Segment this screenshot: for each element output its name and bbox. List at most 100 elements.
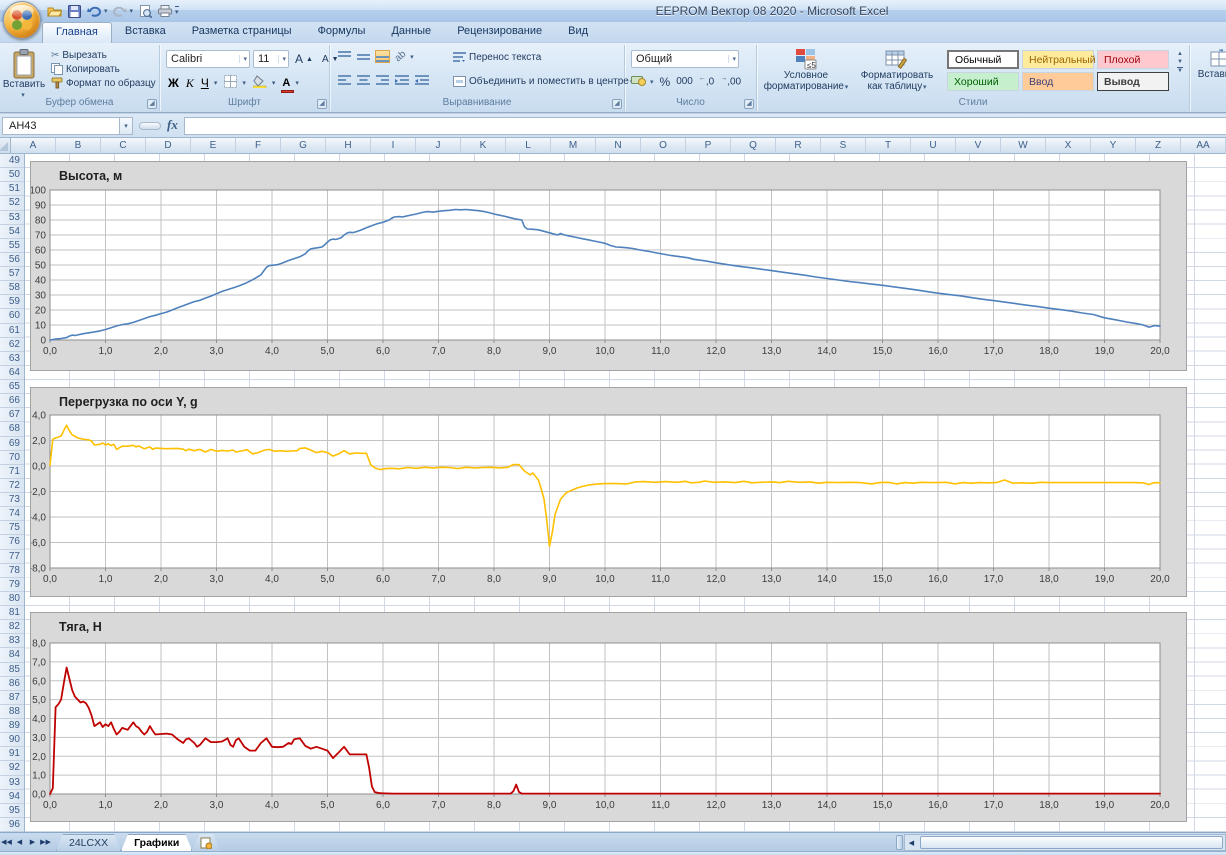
column-header-I[interactable]: I — [371, 138, 416, 154]
row-header-66[interactable]: 66 — [0, 394, 24, 408]
column-header-E[interactable]: E — [191, 138, 236, 154]
column-header-Z[interactable]: Z — [1136, 138, 1181, 154]
orientation-button[interactable]: ab — [393, 49, 409, 65]
row-header-52[interactable]: 52 — [0, 196, 24, 210]
align-middle-icon[interactable] — [357, 51, 370, 62]
column-header-AA[interactable]: AA — [1181, 138, 1226, 154]
formula-input[interactable] — [184, 117, 1226, 135]
row-header-73[interactable]: 73 — [0, 493, 24, 507]
paste-button[interactable]: Вставить▾ — [4, 49, 44, 101]
copy-button[interactable]: Копировать — [48, 62, 159, 76]
chart-2[interactable]: -8,0-6,0-4,0-2,00,02,04,00,01,02,03,04,0… — [30, 387, 1187, 597]
row-header-53[interactable]: 53 — [0, 211, 24, 225]
orientation-dropdown-icon[interactable]: ▾ — [410, 53, 414, 61]
undo-icon[interactable] — [86, 3, 102, 19]
office-button[interactable] — [3, 1, 41, 39]
wrap-text-button[interactable]: Перенос текста — [450, 51, 544, 64]
column-header-A[interactable]: A — [11, 138, 56, 154]
sheet-grid[interactable]: 01020304050607080901000,01,02,03,04,05,0… — [25, 154, 1226, 832]
ribbon-tab-0[interactable]: Главная — [42, 22, 112, 43]
ribbon-tab-3[interactable]: Формулы — [305, 22, 379, 43]
row-header-96[interactable]: 96 — [0, 818, 24, 832]
align-right-icon[interactable] — [376, 75, 389, 86]
row-header-49[interactable]: 49 — [0, 154, 24, 168]
row-header-79[interactable]: 79 — [0, 578, 24, 592]
row-header-92[interactable]: 92 — [0, 761, 24, 775]
row-header-77[interactable]: 77 — [0, 550, 24, 564]
column-header-C[interactable]: C — [101, 138, 146, 154]
column-header-H[interactable]: H — [326, 138, 371, 154]
row-header-71[interactable]: 71 — [0, 465, 24, 479]
name-box[interactable]: AH43 — [2, 117, 120, 135]
prev-sheet-icon[interactable]: ◀ — [13, 834, 26, 849]
alignment-dialog-launcher-icon[interactable]: ◢ — [612, 99, 622, 109]
increase-decimal-button[interactable]: ←,0 — [699, 75, 714, 87]
insert-function-button[interactable]: fx — [167, 117, 184, 135]
row-header-78[interactable]: 78 — [0, 564, 24, 578]
conditional-formatting-button[interactable]: ≤5 Условноеформатирование ▾ — [763, 48, 849, 93]
row-header-82[interactable]: 82 — [0, 620, 24, 634]
number-format-combo[interactable]: Общий▾ — [631, 50, 739, 68]
format-painter-button[interactable]: Формат по образцу — [48, 76, 159, 90]
insert-worksheet-tab[interactable] — [192, 834, 220, 851]
column-header-P[interactable]: P — [686, 138, 731, 154]
column-header-Y[interactable]: Y — [1091, 138, 1136, 154]
column-header-N[interactable]: N — [596, 138, 641, 154]
row-header-62[interactable]: 62 — [0, 338, 24, 352]
first-sheet-icon[interactable]: ◀◀ — [0, 834, 13, 849]
horizontal-scrollbar-thumb[interactable] — [920, 836, 1223, 849]
chart-3[interactable]: 0,01,02,03,04,05,06,07,08,00,01,02,03,04… — [30, 612, 1187, 822]
horizontal-scrollbar[interactable]: ◀ — [904, 834, 1226, 851]
row-header-80[interactable]: 80 — [0, 592, 24, 606]
cut-button[interactable]: ✂Вырезать — [48, 49, 159, 62]
column-header-D[interactable]: D — [146, 138, 191, 154]
column-header-X[interactable]: X — [1046, 138, 1091, 154]
format-as-table-button[interactable]: Форматироватькак таблицу ▾ — [853, 48, 941, 93]
underline-dropdown-icon[interactable]: ▾ — [214, 79, 218, 87]
font-dialog-launcher-icon[interactable]: ◢ — [317, 99, 327, 109]
name-box-dropdown-icon[interactable]: ▾ — [120, 117, 133, 135]
redo-dropdown-icon[interactable]: ▾ — [130, 7, 134, 15]
gallery-scroll-up-icon[interactable]: ▲ — [1177, 51, 1183, 57]
row-header-94[interactable]: 94 — [0, 790, 24, 804]
bold-button[interactable]: Ж — [168, 76, 179, 90]
accounting-format-button[interactable] — [631, 74, 646, 89]
save-icon[interactable] — [66, 3, 82, 19]
align-left-icon[interactable] — [338, 75, 351, 86]
column-header-Q[interactable]: Q — [731, 138, 776, 154]
row-header-76[interactable]: 76 — [0, 535, 24, 549]
row-header-59[interactable]: 59 — [0, 295, 24, 309]
accounting-dropdown-icon[interactable]: ▾ — [650, 78, 654, 86]
align-bottom-icon[interactable] — [376, 51, 389, 62]
print-icon[interactable] — [157, 3, 173, 19]
row-header-50[interactable]: 50 — [0, 168, 24, 182]
column-header-U[interactable]: U — [911, 138, 956, 154]
row-header-74[interactable]: 74 — [0, 507, 24, 521]
style-swatch-1[interactable]: Нейтральный — [1022, 50, 1094, 69]
column-header-K[interactable]: K — [461, 138, 506, 154]
increase-indent-icon[interactable] — [415, 75, 429, 86]
row-header-55[interactable]: 55 — [0, 239, 24, 253]
font-size-combo[interactable]: 11▾ — [253, 50, 289, 68]
row-header-54[interactable]: 54 — [0, 225, 24, 239]
next-sheet-icon[interactable]: ▶ — [26, 834, 39, 849]
column-header-W[interactable]: W — [1001, 138, 1046, 154]
last-sheet-icon[interactable]: ▶▶ — [39, 834, 52, 849]
row-header-70[interactable]: 70 — [0, 451, 24, 465]
row-header-81[interactable]: 81 — [0, 606, 24, 620]
fill-color-button[interactable] — [253, 75, 267, 91]
column-header-J[interactable]: J — [416, 138, 461, 154]
row-header-75[interactable]: 75 — [0, 521, 24, 535]
style-swatch-2[interactable]: Плохой — [1097, 50, 1169, 69]
style-swatch-3[interactable]: Хороший — [947, 72, 1019, 91]
number-dialog-launcher-icon[interactable]: ◢ — [744, 99, 754, 109]
ribbon-tab-5[interactable]: Рецензирование — [444, 22, 555, 43]
style-swatch-0[interactable]: Обычный — [947, 50, 1019, 69]
sheet-tab-Графики[interactable]: Графики — [121, 834, 192, 851]
row-header-89[interactable]: 89 — [0, 719, 24, 733]
font-name-combo[interactable]: Calibri▾ — [166, 50, 250, 68]
row-header-93[interactable]: 93 — [0, 776, 24, 790]
column-header-B[interactable]: B — [56, 138, 101, 154]
row-header-86[interactable]: 86 — [0, 677, 24, 691]
ribbon-tab-4[interactable]: Данные — [378, 22, 444, 43]
